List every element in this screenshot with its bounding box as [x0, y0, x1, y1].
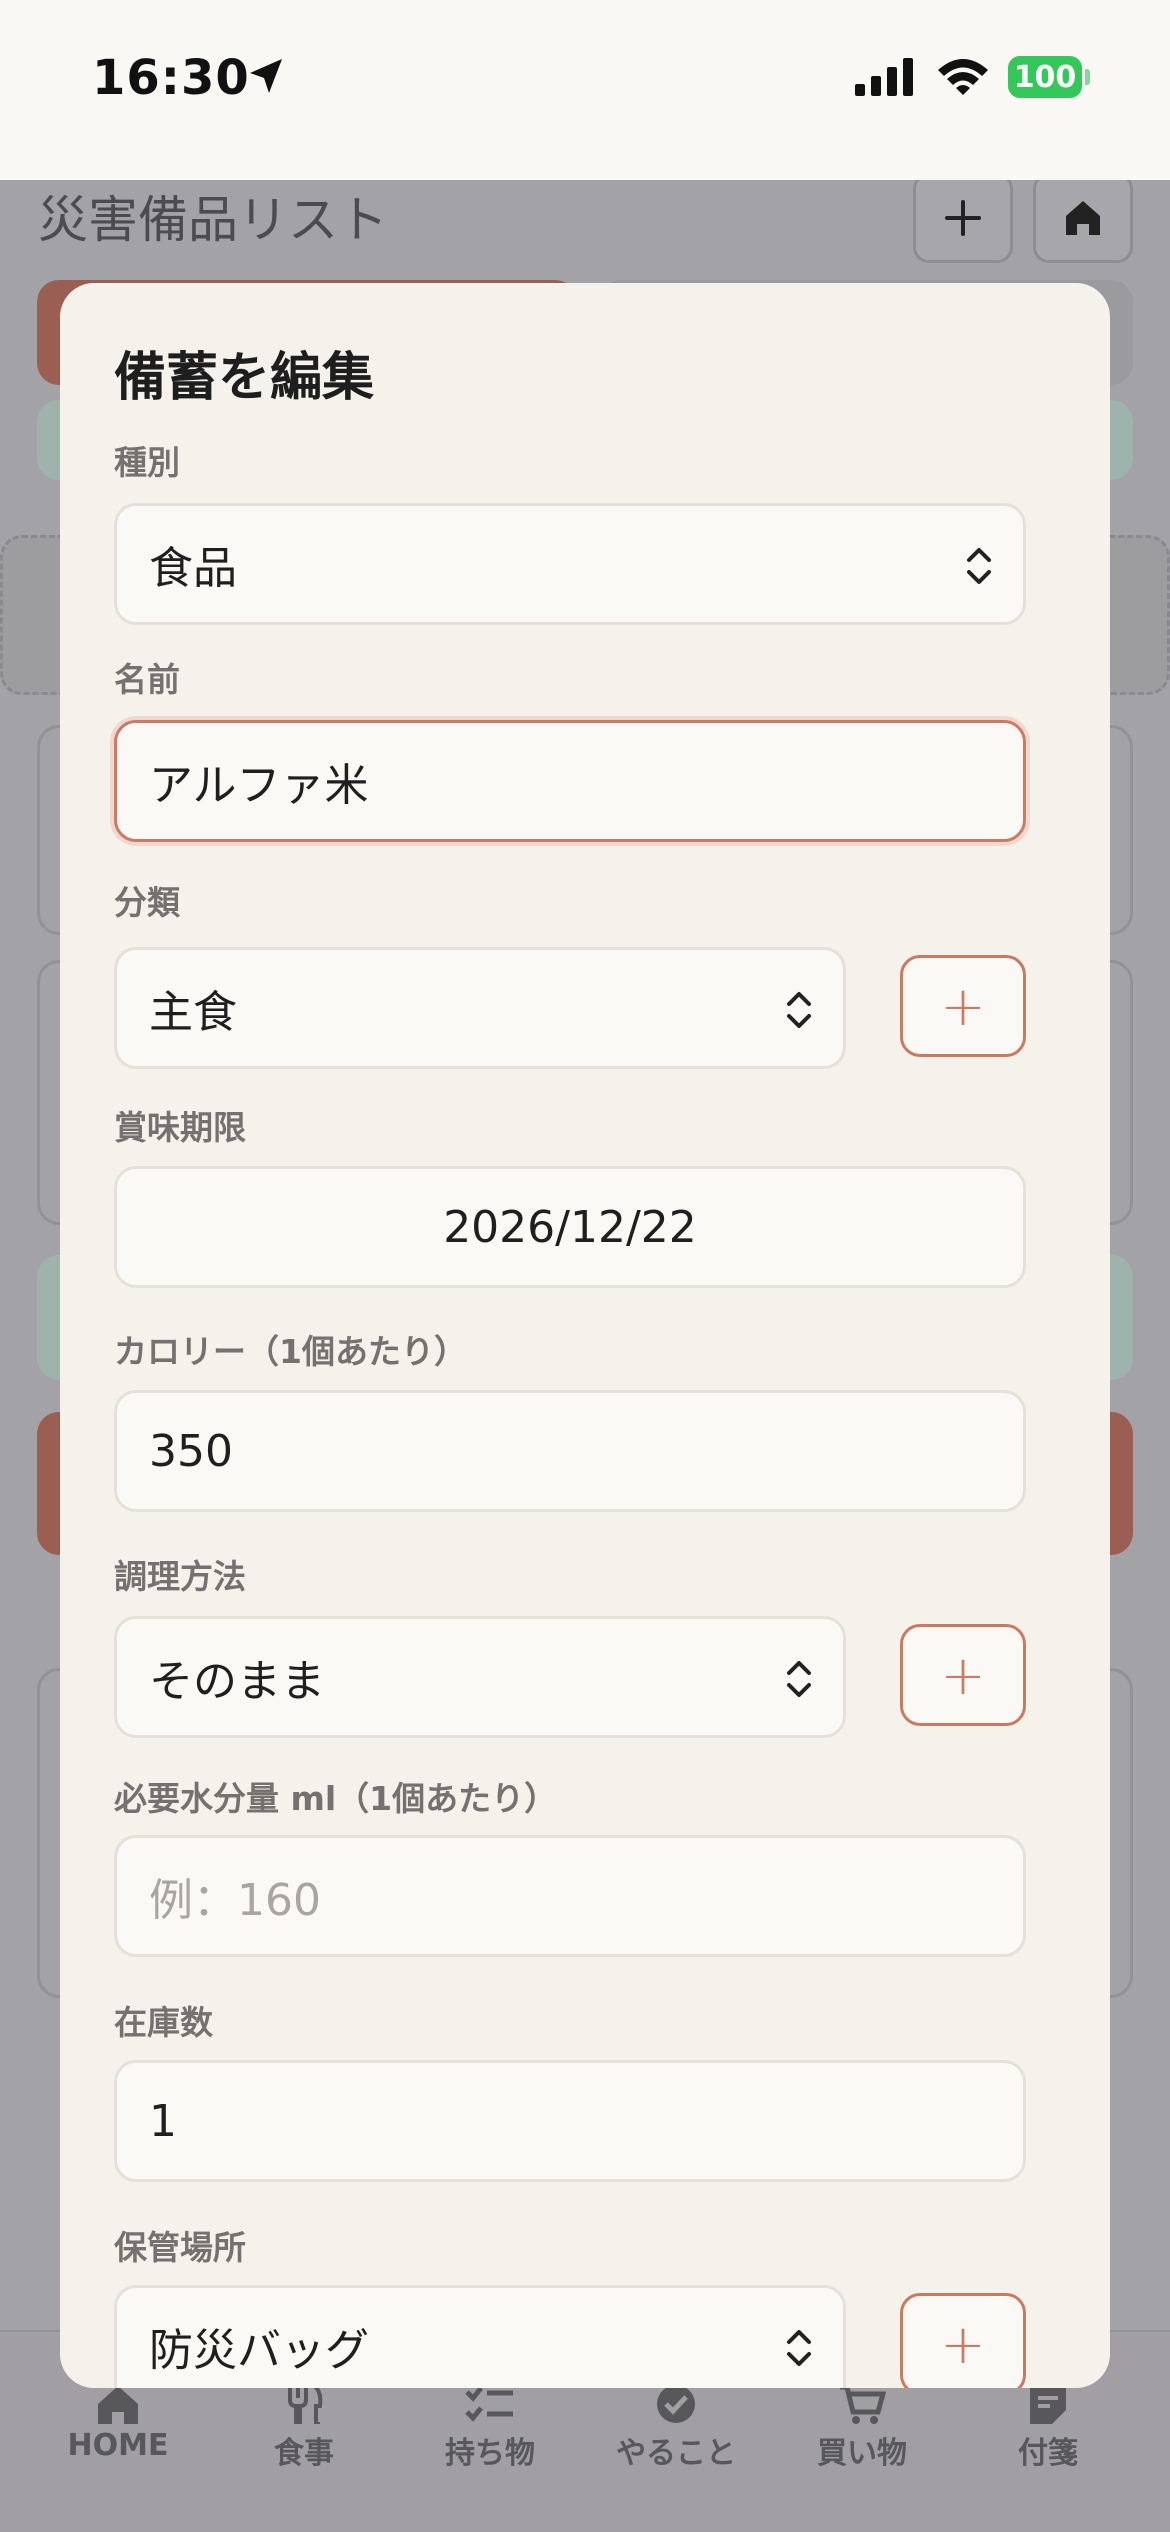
nav-sticky-label: 付箋: [1018, 2436, 1078, 2471]
nav-home-label: HOME: [67, 2428, 169, 2463]
location-arrow-icon: [250, 59, 282, 93]
battery-tip: [1085, 69, 1090, 85]
nav-belongings[interactable]: 持ち物: [400, 2384, 580, 2472]
wifi-icon: [938, 59, 988, 95]
nav-shopping[interactable]: 買い物: [772, 2384, 952, 2472]
nav-meals-label: 食事: [274, 2436, 334, 2471]
chevron-up-down-icon: [787, 992, 811, 1028]
nav-sticky[interactable]: 付箋: [958, 2384, 1138, 2472]
status-bar: 16:30 100: [0, 0, 1170, 180]
battery-level: 100: [1013, 59, 1077, 95]
category-label: 分類: [114, 883, 180, 922]
stock-input[interactable]: 1: [114, 2060, 1026, 2182]
nav-todo-label: やること: [616, 2436, 736, 2471]
calorie-input-value: 350: [149, 1425, 233, 1477]
category-select-value: 主食: [149, 987, 237, 1038]
page-title: 災害備品リスト: [38, 191, 388, 249]
nav-belongings-label: 持ち物: [445, 2436, 535, 2471]
name-label: 名前: [114, 660, 180, 699]
water-label: 必要水分量 ml（1個あたり）: [114, 1779, 558, 1818]
add-item-button[interactable]: [913, 173, 1013, 263]
modal-title: 備蓄を編集: [114, 348, 375, 408]
location-label: 保管場所: [114, 2228, 246, 2267]
plus-icon: +: [940, 1643, 986, 1707]
home-icon: [1066, 201, 1100, 235]
cellular-signal-icon: [855, 58, 913, 96]
checklist-icon: [465, 2386, 513, 2422]
stock-input-value: 1: [149, 2095, 177, 2147]
fork-knife-icon: [288, 2384, 323, 2424]
calorie-label: カロリー（1個あたり）: [114, 1332, 467, 1371]
location-select[interactable]: 防災バッグ: [114, 2285, 846, 2388]
plus-icon: [945, 200, 981, 236]
expiry-label: 賞味期限: [114, 1108, 246, 1147]
type-label: 種別: [114, 443, 180, 482]
home-icon: [98, 2386, 138, 2424]
check-circle-icon: [657, 2385, 695, 2423]
stock-label: 在庫数: [114, 2003, 213, 2042]
type-select-value: 食品: [149, 543, 237, 594]
add-cooking-method-button[interactable]: +: [900, 1624, 1026, 1726]
expiry-date-value: 2026/12/22: [443, 1201, 697, 1253]
edit-stock-modal: 備蓄を編集 種別 食品 名前 アルファ米 分類 主食 + 賞味期限 2026/1…: [60, 283, 1110, 2388]
cooking-method-select[interactable]: そのまま: [114, 1616, 846, 1738]
home-button[interactable]: [1033, 173, 1133, 263]
add-category-button[interactable]: +: [900, 955, 1026, 1057]
name-input[interactable]: アルファ米: [114, 720, 1026, 842]
location-select-value: 防災バッグ: [149, 2325, 369, 2376]
chevron-up-down-icon: [787, 1661, 811, 1697]
status-time: 16:30: [92, 50, 250, 106]
chevron-up-down-icon: [787, 2330, 811, 2366]
expiry-date-input[interactable]: 2026/12/22: [114, 1166, 1026, 1288]
add-location-button[interactable]: +: [900, 2293, 1026, 2388]
calorie-input[interactable]: 350: [114, 1390, 1026, 1512]
nav-meals[interactable]: 食事: [214, 2384, 394, 2472]
nav-home[interactable]: HOME: [28, 2384, 208, 2463]
plus-icon: +: [940, 2312, 986, 2376]
cooking-method-value: そのまま: [149, 1656, 325, 1707]
category-select[interactable]: 主食: [114, 947, 846, 1069]
name-input-value: アルファ米: [149, 760, 369, 811]
nav-shopping-label: 買い物: [817, 2436, 907, 2471]
plus-icon: +: [940, 974, 986, 1038]
cooking-method-label: 調理方法: [114, 1557, 246, 1596]
cart-icon: [840, 2384, 886, 2424]
nav-todo[interactable]: やること: [586, 2384, 766, 2472]
sticky-note-icon: [1030, 2386, 1066, 2424]
type-select[interactable]: 食品: [114, 503, 1026, 625]
water-input[interactable]: 例：160: [114, 1835, 1026, 1957]
water-input-placeholder: 例：160: [149, 1875, 321, 1926]
chevron-up-down-icon: [967, 548, 991, 584]
battery-indicator: 100: [1008, 56, 1082, 98]
